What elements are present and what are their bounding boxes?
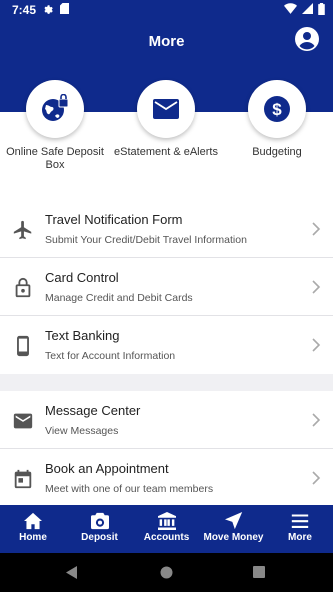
- chevron-right-icon: [312, 413, 321, 427]
- status-bar: 7:45: [0, 0, 333, 20]
- back-icon[interactable]: [66, 566, 78, 579]
- list-item-title: Card Control: [45, 270, 119, 285]
- quick-action-budgeting[interactable]: $ Budgeting: [222, 80, 332, 159]
- signal-icon: [302, 3, 313, 14]
- quick-action-label: Budgeting: [252, 146, 302, 158]
- phone-icon: [17, 335, 29, 357]
- settings-status-icon: [44, 5, 53, 14]
- mail-icon: [13, 413, 33, 429]
- menu-icon: [291, 514, 309, 528]
- list-item-subtitle: Meet with one of our team members: [45, 483, 214, 495]
- quick-action-label: Online Safe Deposit Box: [6, 146, 104, 171]
- recents-icon[interactable]: [253, 566, 265, 578]
- battery-icon: [318, 3, 325, 15]
- nav-label: More: [288, 532, 312, 543]
- list-item-title: Message Center: [45, 403, 141, 418]
- status-time: 7:45: [12, 3, 37, 17]
- list-item-title: Text Banking: [45, 328, 120, 343]
- bottom-navigation: Home Deposit Accounts Move Money More: [0, 505, 333, 553]
- list-item-book-appointment[interactable]: Book an Appointment Meet with one of our…: [0, 449, 333, 507]
- menu-group-services: Travel Notification Form Submit Your Cre…: [0, 200, 333, 374]
- lock-icon: [15, 277, 31, 298]
- chevron-right-icon: [312, 222, 321, 236]
- list-item-card-control[interactable]: Card Control Manage Credit and Debit Car…: [0, 258, 333, 316]
- quick-actions-panel: Online Safe Deposit Box eStatement & eAl…: [0, 80, 333, 200]
- status-system-icons: [284, 3, 325, 15]
- sd-card-status-icon: [60, 3, 69, 14]
- camera-icon: [90, 512, 109, 530]
- quick-action-label: eStatement & eAlerts: [114, 146, 218, 158]
- nav-label: Move Money: [203, 532, 264, 543]
- chevron-right-icon: [312, 338, 321, 352]
- nav-home[interactable]: Home: [0, 505, 66, 553]
- system-navigation-bar: [0, 553, 333, 592]
- wifi-icon: [284, 3, 297, 14]
- airplane-icon: [13, 220, 32, 240]
- list-item-subtitle: View Messages: [45, 425, 119, 437]
- send-arrow-icon: [224, 512, 242, 530]
- profile-icon[interactable]: [295, 27, 319, 51]
- quick-action-safe-deposit[interactable]: Online Safe Deposit Box: [0, 80, 110, 172]
- quick-action-circle[interactable]: [137, 80, 195, 138]
- page-title: More: [148, 33, 185, 50]
- quick-action-estatement[interactable]: eStatement & eAlerts: [111, 80, 221, 159]
- list-item-title: Travel Notification Form: [45, 212, 183, 227]
- list-item-travel-notification[interactable]: Travel Notification Form Submit Your Cre…: [0, 200, 333, 258]
- nav-deposit[interactable]: Deposit: [66, 505, 133, 553]
- list-item-subtitle: Submit Your Credit/Debit Travel Informat…: [45, 234, 247, 246]
- chevron-right-icon: [312, 280, 321, 294]
- nav-label: Accounts: [143, 532, 190, 543]
- nav-label: Deposit: [81, 532, 118, 543]
- home-icon: [24, 512, 42, 530]
- nav-label: Home: [19, 532, 47, 543]
- chevron-right-icon: [312, 471, 321, 485]
- nav-more[interactable]: More: [267, 505, 333, 553]
- list-item-title: Book an Appointment: [45, 461, 169, 476]
- calendar-icon: [14, 469, 32, 489]
- nav-accounts[interactable]: Accounts: [133, 505, 200, 553]
- nav-move-money[interactable]: Move Money: [200, 505, 267, 553]
- list-item-message-center[interactable]: Message Center View Messages: [0, 391, 333, 449]
- status-notification-icons: [42, 3, 69, 14]
- dollar-circle-icon: $: [264, 96, 290, 122]
- menu-group-contact: Message Center View Messages Book an App…: [0, 391, 333, 507]
- envelope-icon: [153, 99, 179, 119]
- bank-icon: [157, 512, 176, 530]
- svg-text:$: $: [272, 100, 282, 119]
- quick-action-circle[interactable]: [26, 80, 84, 138]
- list-item-subtitle: Text for Account Information: [45, 350, 176, 362]
- quick-action-circle[interactable]: $: [248, 80, 306, 138]
- home-circle-icon[interactable]: [160, 566, 173, 579]
- list-item-subtitle: Manage Credit and Debit Cards: [45, 292, 193, 304]
- globe-lock-icon: [42, 94, 69, 121]
- list-item-text-banking[interactable]: Text Banking Text for Account Informatio…: [0, 316, 333, 374]
